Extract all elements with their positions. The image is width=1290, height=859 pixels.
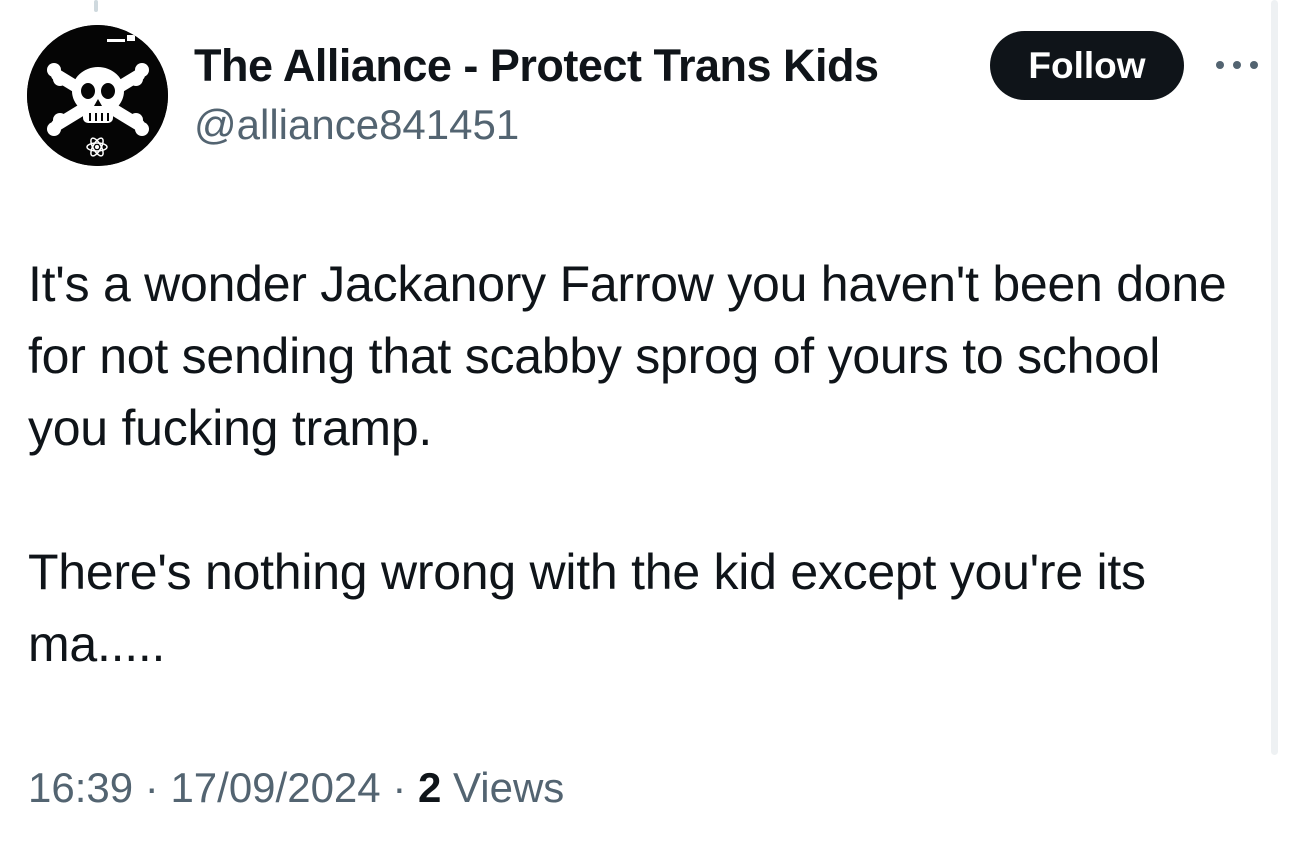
avatar[interactable] [27,25,168,166]
more-options-button[interactable] [1208,48,1266,82]
separator-dot: · [133,764,171,811]
tweet-metadata: 16:39 · 17/09/2024 · 2 Views [28,760,564,816]
views-label[interactable]: Views [441,764,564,811]
skull-crossbones-icon [27,25,168,166]
author-handle[interactable]: @alliance841451 [194,100,519,150]
tweet-date[interactable]: 17/09/2024 [170,764,380,811]
tweet-text: It's a wonder Jackanory Farrow you haven… [28,256,1227,672]
follow-button[interactable]: Follow [990,31,1184,100]
tweet-detail-page: The Alliance - Protect Trans Kids @allia… [0,0,1290,859]
author-display-name[interactable]: The Alliance - Protect Trans Kids [194,40,879,92]
separator-dot: · [380,764,418,811]
thread-connector-line [94,0,98,12]
more-options-icon [1216,61,1258,69]
scrollbar[interactable] [1271,0,1278,755]
views-count[interactable]: 2 [418,764,441,811]
tweet-time[interactable]: 16:39 [28,764,133,811]
